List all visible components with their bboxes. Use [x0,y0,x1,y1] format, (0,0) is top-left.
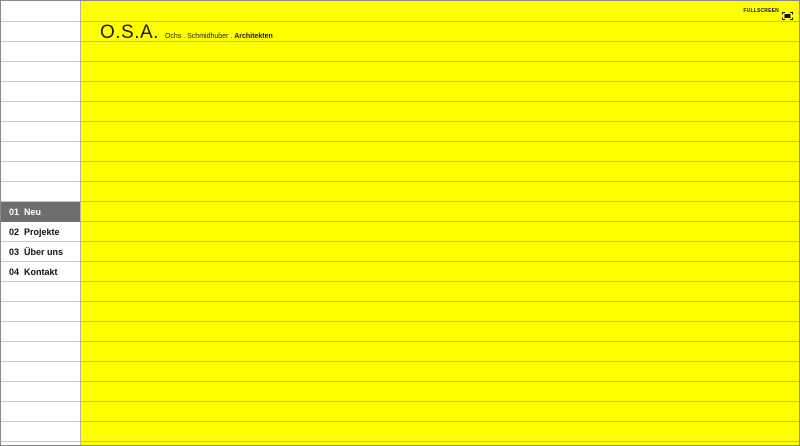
tagline-architekten: Architekten [234,33,273,40]
logo-tagline: Ochs . Schmidhuber . Architekten [165,33,273,40]
nav-item-ueber-uns[interactable]: 03 Über uns [1,242,80,262]
nav-item-label: Kontakt [24,267,58,277]
page-frame: 01 Neu 02 Projekte 03 Über uns 04 Kontak… [0,0,800,446]
site-logo[interactable]: O.S.A. Ochs . Schmidhuber . Architekten [100,22,273,44]
main-navigation: 01 Neu 02 Projekte 03 Über uns 04 Kontak… [1,202,80,282]
nav-item-number: 03 [9,247,20,257]
logo-mark: O.S.A. [100,22,159,43]
main-content: O.S.A. Ochs . Schmidhuber . Architekten … [80,1,799,445]
nav-item-projekte[interactable]: 02 Projekte [1,222,80,242]
nav-item-label: Über uns [24,247,64,257]
nav-item-number: 04 [9,267,20,277]
fullscreen-button[interactable]: FULLSCREEN [743,7,793,20]
nav-item-number: 01 [9,207,20,217]
nav-item-kontakt[interactable]: 04 Kontakt [1,262,80,282]
tagline-names: Ochs . Schmidhuber . [164,33,235,40]
fullscreen-label: FULLSCREEN [743,8,779,14]
nav-item-neu[interactable]: 01 Neu [1,202,80,222]
nav-item-label: Neu [24,207,42,217]
fullscreen-icon [782,7,793,20]
nav-item-label: Projekte [24,227,60,237]
sidebar: 01 Neu 02 Projekte 03 Über uns 04 Kontak… [1,1,80,445]
nav-item-number: 02 [9,227,20,237]
